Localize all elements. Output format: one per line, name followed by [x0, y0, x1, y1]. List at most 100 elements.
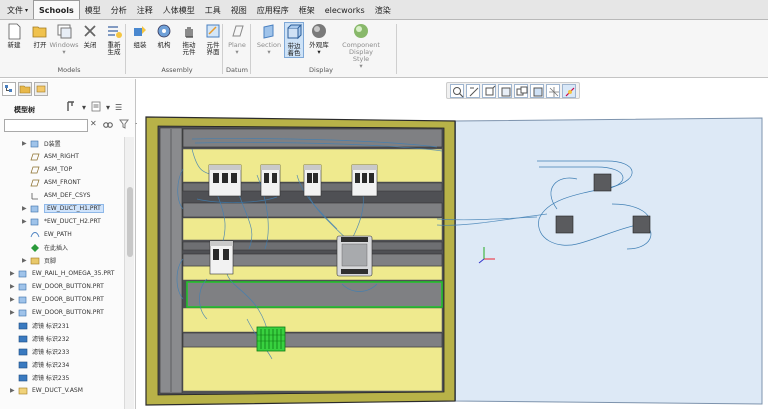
shading-edges-button[interactable]: 带边 着色 [284, 22, 304, 58]
contactor-4[interactable] [351, 164, 378, 197]
tree-item[interactable]: ▶ EW_DOOR_BUTTON.PRT [10, 280, 104, 293]
tree-item[interactable]: 滤镜 标识234 [10, 358, 69, 371]
tab-3[interactable]: 分析 [106, 2, 132, 19]
assemble-button[interactable]: 组装 [131, 22, 149, 49]
tree-dropdown-caret-icon[interactable]: ▾ [82, 103, 86, 112]
part-icon [30, 139, 40, 148]
expand-arrow-icon[interactable]: ▶ [10, 270, 18, 277]
section-button[interactable]: Section ▾ [256, 22, 282, 56]
tree-item-label: 滤镜 标识234 [32, 362, 70, 369]
windows-button[interactable]: Windows ▾ [50, 22, 79, 56]
saved-views-button[interactable] [514, 84, 528, 98]
appearance-gallery-button[interactable]: 外观库 ▾ [307, 22, 331, 56]
chevron-down-icon: ▾ [235, 48, 239, 56]
drag-components-button[interactable]: 拖动 元件 [178, 22, 200, 56]
wire-duct-top[interactable] [182, 128, 443, 148]
refit-icon [451, 87, 465, 101]
tab-7[interactable]: 视图 [226, 2, 252, 19]
tree-scrollbar[interactable] [124, 137, 134, 409]
tab-8[interactable]: 应用程序 [252, 2, 294, 19]
tree-item[interactable]: ASM_DEF_CSYS [22, 189, 90, 202]
datum-display-button[interactable] [546, 84, 560, 98]
contactor-2[interactable] [260, 164, 281, 197]
display-style-button[interactable] [530, 84, 544, 98]
tree-item[interactable]: ▶ EW_DUCT_V.ASM [10, 384, 83, 397]
tab-0[interactable]: 文件 ▾ [2, 2, 33, 19]
tree-item[interactable]: ▶ 页脚 [22, 254, 56, 267]
tree-search-input[interactable] [4, 119, 88, 132]
door-push-button-1[interactable] [593, 173, 612, 192]
tree-item[interactable]: 滤镜 标识232 [10, 332, 69, 345]
filter-dropdown-caret-icon[interactable]: ▾ [106, 103, 110, 112]
graphics-window[interactable] [137, 79, 768, 409]
tree-item[interactable]: EW_PATH [22, 228, 72, 241]
datum-plane-icon [30, 165, 40, 174]
expand-arrow-icon[interactable]: ▶ [22, 218, 30, 225]
tree-item[interactable]: 滤镜 标识235 [10, 371, 69, 384]
mechanism-button[interactable]: 机构 [155, 22, 173, 49]
power-supply[interactable] [336, 235, 373, 277]
door-push-button-2[interactable] [555, 215, 574, 234]
clear-search-icon[interactable]: ✕ [90, 119, 97, 131]
tree-item[interactable]: ▶ EW_DOOR_BUTTON.PRT [10, 306, 104, 319]
tree-menu-icon[interactable]: ☰ [115, 103, 122, 112]
tree-item[interactable]: ▶ D装置 [22, 137, 61, 150]
folder-browser-tab[interactable] [18, 82, 32, 96]
tab-2[interactable]: 模型 [80, 2, 106, 19]
model-tree-tab[interactable] [2, 82, 16, 96]
tree-item[interactable]: ASM_TOP [22, 163, 72, 176]
tree-filter-icon[interactable] [91, 101, 101, 114]
tree-settings-icon[interactable] [66, 101, 77, 114]
contactor-5[interactable] [209, 240, 234, 275]
close-button[interactable]: 关闭 [80, 22, 100, 49]
door-push-button-3[interactable] [632, 215, 651, 234]
funnel-filter-icon[interactable] [118, 119, 129, 131]
tab-11[interactable]: 渲染 [370, 2, 396, 19]
scrollbar-thumb[interactable] [127, 187, 133, 257]
tab-5[interactable]: 人体模型 [158, 2, 200, 19]
plane-button[interactable]: Plane ▾ [227, 22, 247, 56]
open-button[interactable]: 打开 [30, 22, 50, 49]
tab-10[interactable]: elecworks [320, 2, 370, 19]
component-interface-button[interactable]: 元件 界面 [203, 22, 223, 56]
tree-item[interactable]: ASM_RIGHT [22, 150, 79, 163]
tree-item[interactable]: ASM_FRONT [22, 176, 81, 189]
tree-item[interactable]: ▶ *EW_DUCT_H2.PRT [22, 215, 101, 228]
contactor-1[interactable] [208, 164, 242, 197]
tab-6[interactable]: 工具 [200, 2, 226, 19]
group-models-label: Models [57, 66, 81, 74]
expand-arrow-icon[interactable]: ▶ [22, 140, 30, 147]
expand-arrow-icon[interactable]: ▶ [10, 296, 18, 303]
expand-arrow-icon[interactable]: ▶ [22, 205, 30, 212]
zoom-in-button[interactable] [466, 84, 480, 98]
tree-item[interactable]: 在此插入 [22, 241, 68, 254]
refit-button[interactable] [450, 84, 464, 98]
tab-4[interactable]: 注释 [132, 2, 158, 19]
expand-arrow-icon[interactable]: ▶ [10, 387, 18, 394]
tree-item[interactable]: ▶ EW_DUCT_H1.PRT [22, 202, 104, 215]
new-button[interactable]: 新建 [5, 22, 23, 49]
zoom-out-button[interactable] [482, 84, 496, 98]
tree-item[interactable]: 滤镜 标识231 [10, 319, 69, 332]
new-file-icon [5, 22, 23, 40]
tree-item[interactable]: ▶ EW_RAIL_H_OMEGA_35.PRT [10, 267, 114, 280]
tab-9[interactable]: 框架 [294, 2, 320, 19]
3d-model-view[interactable] [137, 79, 768, 409]
favorites-tab[interactable] [34, 82, 48, 96]
tree-item[interactable]: ▶ EW_DOOR_BUTTON.PRT [10, 293, 104, 306]
expand-arrow-icon[interactable]: ▶ [10, 283, 18, 290]
tab-1[interactable]: Schools [33, 0, 80, 19]
find-icon[interactable] [102, 119, 113, 131]
regenerate-button[interactable]: 重新 生成 [104, 22, 124, 56]
repaint-button[interactable] [498, 84, 512, 98]
selected-wire-duct[interactable] [186, 281, 443, 308]
tree-item[interactable]: 滤镜 标识233 [10, 345, 69, 358]
expand-arrow-icon[interactable]: ▶ [10, 309, 18, 316]
terminal-block[interactable] [256, 326, 286, 352]
wire-duct-2[interactable] [182, 202, 443, 218]
component-display-style-button[interactable]: Component Display Style ▾ [341, 22, 381, 70]
wire-duct-5[interactable] [182, 332, 443, 348]
contactor-3[interactable] [303, 164, 322, 197]
expand-arrow-icon[interactable]: ▶ [22, 257, 30, 264]
spin-center-button[interactable] [562, 84, 576, 98]
